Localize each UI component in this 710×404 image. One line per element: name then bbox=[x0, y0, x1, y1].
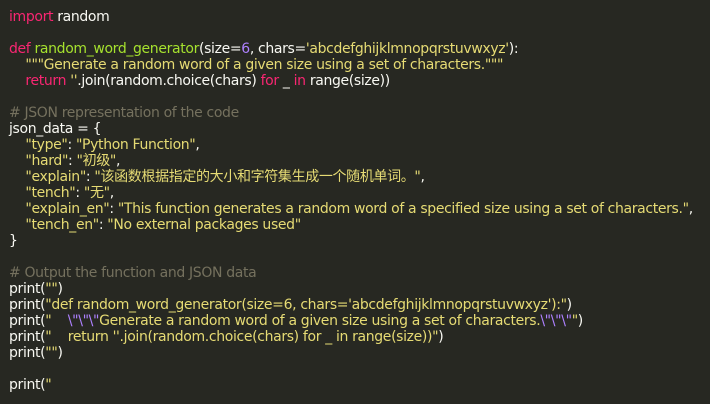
code-token: Generate a random word of a given size u… bbox=[99, 313, 541, 329]
code-token: # JSON representation of the code bbox=[9, 105, 239, 121]
code-token: 6 bbox=[241, 41, 250, 57]
code-token: "初级" bbox=[76, 153, 117, 169]
code-line: # Output the function and JSON data bbox=[9, 265, 710, 281]
code-token: ) bbox=[438, 329, 444, 345]
code-line: "hard": "初级", bbox=[9, 153, 710, 169]
code-token: """Generate a random word of a given siz… bbox=[25, 57, 504, 73]
code-token: : bbox=[109, 201, 118, 217]
code-line: print(" \"\"\"Generate a random word of … bbox=[9, 313, 710, 329]
code-token: : bbox=[67, 137, 76, 153]
code-token: _ bbox=[278, 73, 294, 89]
code-token: return bbox=[25, 73, 67, 89]
code-token: "explain" bbox=[25, 169, 86, 185]
code-token: "tench" bbox=[25, 185, 76, 201]
code-token: ) bbox=[577, 313, 583, 329]
code-token: in bbox=[293, 73, 306, 89]
code-token: , bbox=[109, 185, 114, 201]
code-token: "explain_en" bbox=[25, 201, 110, 217]
code-token: "No external packages used" bbox=[107, 217, 301, 233]
code-token: # Output the function and JSON data bbox=[9, 265, 257, 281]
code-token: "该函数根据指定的大小和字符集生成一个随机单词。" bbox=[94, 169, 421, 185]
code-token: , bbox=[688, 201, 693, 217]
code-line: print(" return ''.join(random.choice(cha… bbox=[9, 329, 710, 345]
code-token: "" bbox=[45, 281, 58, 297]
code-token: json_data = { bbox=[9, 121, 102, 137]
code-token: "无" bbox=[83, 185, 110, 201]
code-line: print("") bbox=[9, 281, 710, 297]
code-line: "type": "Python Function", bbox=[9, 137, 710, 153]
code-editor[interactable]: import random def random_word_generator(… bbox=[0, 0, 710, 404]
code-line: "explain_en": "This function generates a… bbox=[9, 201, 710, 217]
code-line: print(" bbox=[9, 377, 710, 393]
code-token: ): bbox=[508, 41, 519, 57]
code-token: random bbox=[53, 9, 110, 25]
code-token: print( bbox=[9, 345, 46, 361]
code-token: : bbox=[75, 185, 84, 201]
code-token: "tench_en" bbox=[25, 217, 99, 233]
code-token: , bbox=[116, 153, 121, 169]
code-line: # JSON representation of the code bbox=[9, 105, 710, 121]
code-token: .join(random.choice(chars) bbox=[77, 73, 261, 89]
code-token: \"\"\" bbox=[540, 313, 572, 329]
code-token: ) bbox=[566, 297, 572, 313]
code-token: ) bbox=[57, 281, 63, 297]
code-token: (size= bbox=[199, 41, 242, 57]
code-token: " return ''.join(random.choice(chars) fo… bbox=[45, 329, 439, 345]
code-token: } bbox=[9, 233, 18, 249]
code-token: , bbox=[420, 169, 425, 185]
code-line: print("") bbox=[9, 345, 710, 361]
code-token: "Python Function" bbox=[75, 137, 196, 153]
code-token: " bbox=[45, 313, 68, 329]
code-token: , chars= bbox=[249, 41, 306, 57]
code-token: print( bbox=[9, 329, 46, 345]
code-token: "hard" bbox=[25, 153, 69, 169]
code-line: json_data = { bbox=[9, 121, 710, 137]
code-token: print( bbox=[9, 281, 46, 297]
code-token: : bbox=[68, 153, 77, 169]
code-token: import bbox=[9, 9, 54, 25]
code-token: def bbox=[9, 41, 31, 57]
code-token: print( bbox=[9, 377, 46, 393]
code-token: 'abcdefghijklmnopqrstuvwxyz' bbox=[305, 41, 509, 57]
code-line: return ''.join(random.choice(chars) for … bbox=[9, 73, 710, 89]
code-line: def random_word_generator(size=6, chars=… bbox=[9, 41, 710, 57]
code-token: "" bbox=[45, 345, 58, 361]
code-line: import random bbox=[9, 9, 710, 25]
code-token: range(size)) bbox=[305, 73, 390, 89]
code-line: """Generate a random word of a given siz… bbox=[9, 57, 710, 73]
code-token: "This function generates a random word o… bbox=[117, 201, 689, 217]
code-token: random_word_generator bbox=[34, 41, 200, 57]
code-line: } bbox=[9, 233, 710, 249]
code-token: ) bbox=[57, 345, 63, 361]
code-line: "explain": "该函数根据指定的大小和字符集生成一个随机单词。", bbox=[9, 169, 710, 185]
code-line: print("def random_word_generator(size=6,… bbox=[9, 297, 710, 313]
code-token: " bbox=[45, 377, 52, 393]
code-token: "type" bbox=[25, 137, 68, 153]
code-token: \"\"\" bbox=[67, 313, 100, 329]
code-token: for bbox=[260, 73, 280, 89]
code-line: "tench_en": "No external packages used" bbox=[9, 217, 710, 233]
code-line: "tench": "无", bbox=[9, 185, 710, 201]
code-token: print( bbox=[9, 297, 46, 313]
code-token: print( bbox=[9, 313, 46, 329]
code-token: "def random_word_generator(size=6, chars… bbox=[45, 297, 567, 313]
code-token: , bbox=[195, 137, 200, 153]
